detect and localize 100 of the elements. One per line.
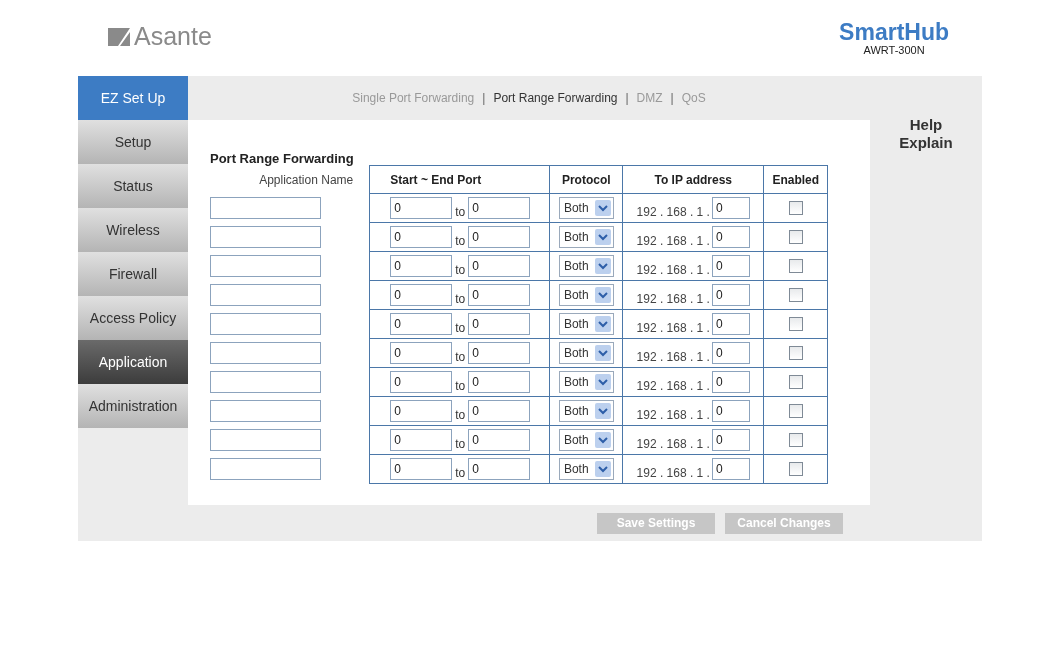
product-name: SmartHub xyxy=(839,20,949,44)
application-name-field[interactable] xyxy=(210,284,321,306)
logo-icon xyxy=(108,27,130,46)
caret-icon xyxy=(594,200,611,216)
caret-icon xyxy=(594,345,611,361)
end-port-field[interactable]: 0 xyxy=(468,371,531,393)
column-header: Enabled xyxy=(763,165,828,194)
ip-last-octet-field[interactable]: 0 xyxy=(711,255,750,277)
protocol-dropdown[interactable]: Both xyxy=(558,255,614,277)
ip-last-octet-field[interactable]: 0 xyxy=(711,342,750,364)
start-port-field[interactable]: 0 xyxy=(390,313,453,335)
enabled-checkbox[interactable] xyxy=(788,230,803,245)
help-heading: Help xyxy=(909,116,943,134)
ip-last-octet-field[interactable]: 0 xyxy=(711,313,750,335)
subnav-link[interactable]: Port Range Forwarding xyxy=(493,91,618,105)
model-number: AWRT-300N xyxy=(863,44,925,56)
enabled-checkbox[interactable] xyxy=(788,462,803,477)
ip-prefix: 192 . 168 . 1 . xyxy=(636,292,710,306)
caret-icon xyxy=(594,461,611,477)
application-name-field[interactable] xyxy=(210,458,321,480)
to-label: to xyxy=(455,263,466,277)
protocol-dropdown[interactable]: Both xyxy=(558,400,614,422)
sidebar-item[interactable]: Access Policy xyxy=(78,296,188,340)
enabled-checkbox[interactable] xyxy=(788,259,803,274)
protocol-dropdown[interactable]: Both xyxy=(558,284,614,306)
enabled-checkbox[interactable] xyxy=(788,288,803,303)
end-port-field[interactable]: 0 xyxy=(468,342,531,364)
ip-last-octet-field[interactable]: 0 xyxy=(711,197,750,219)
end-port-field[interactable]: 0 xyxy=(468,313,531,335)
ip-last-octet-field[interactable]: 0 xyxy=(711,400,750,422)
column-header: Protocol xyxy=(549,165,623,194)
ip-last-octet-field[interactable]: 0 xyxy=(711,371,750,393)
enabled-checkbox[interactable] xyxy=(788,375,803,390)
ip-last-octet-field[interactable]: 0 xyxy=(711,284,750,306)
enabled-checkbox[interactable] xyxy=(788,201,803,216)
ip-last-octet-field[interactable]: 0 xyxy=(711,226,750,248)
protocol-dropdown[interactable]: Both xyxy=(558,342,614,364)
column-header: Start ~ End Port xyxy=(369,165,550,194)
ip-last-octet-field[interactable]: 0 xyxy=(711,458,750,480)
ip-prefix: 192 . 168 . 1 . xyxy=(636,408,710,422)
end-port-field[interactable]: 0 xyxy=(468,284,531,306)
sidebar-item[interactable]: Setup xyxy=(78,120,188,164)
start-port-field[interactable]: 0 xyxy=(390,371,453,393)
sidebar-item[interactable]: Application xyxy=(78,340,188,384)
start-port-field[interactable]: 0 xyxy=(390,255,453,277)
application-name-field[interactable] xyxy=(210,429,321,451)
sidebar-item[interactable]: Firewall xyxy=(78,252,188,296)
application-name-field[interactable] xyxy=(210,371,321,393)
sidebar-item[interactable]: EZ Set Up xyxy=(78,76,188,120)
application-name-field[interactable] xyxy=(210,313,321,335)
help-heading: Explain xyxy=(899,134,953,152)
caret-icon xyxy=(594,403,611,419)
application-name-field[interactable] xyxy=(210,400,321,422)
start-port-field[interactable]: 0 xyxy=(390,429,453,451)
end-port-field[interactable]: 0 xyxy=(468,429,531,451)
separator: | xyxy=(670,91,674,105)
application-name-field[interactable] xyxy=(210,226,321,248)
ip-prefix: 192 . 168 . 1 . xyxy=(636,466,710,480)
to-label: to xyxy=(455,205,466,219)
enabled-checkbox[interactable] xyxy=(788,404,803,419)
start-port-field[interactable]: 0 xyxy=(390,458,453,480)
sidebar-item[interactable]: Wireless xyxy=(78,208,188,252)
to-label: to xyxy=(455,321,466,335)
end-port-field[interactable]: 0 xyxy=(468,197,531,219)
to-label: to xyxy=(455,437,466,451)
start-port-field[interactable]: 0 xyxy=(390,197,453,219)
start-port-field[interactable]: 0 xyxy=(390,400,453,422)
ip-prefix: 192 . 168 . 1 . xyxy=(636,263,710,277)
ip-prefix: 192 . 168 . 1 . xyxy=(636,379,710,393)
end-port-field[interactable]: 0 xyxy=(468,458,531,480)
application-name-field[interactable] xyxy=(210,255,321,277)
end-port-field[interactable]: 0 xyxy=(468,400,531,422)
brand-name: Asante xyxy=(134,22,212,51)
protocol-dropdown[interactable]: Both xyxy=(558,197,614,219)
protocol-dropdown[interactable]: Both xyxy=(558,458,614,480)
sidebar-item[interactable]: Administration xyxy=(78,384,188,428)
enabled-checkbox[interactable] xyxy=(788,433,803,448)
start-port-field[interactable]: 0 xyxy=(390,284,453,306)
protocol-dropdown[interactable]: Both xyxy=(558,429,614,451)
ip-last-octet-field[interactable]: 0 xyxy=(711,429,750,451)
caret-icon xyxy=(594,287,611,303)
application-name-field[interactable] xyxy=(210,197,321,219)
to-label: to xyxy=(455,466,466,480)
end-port-field[interactable]: 0 xyxy=(468,255,531,277)
to-label: to xyxy=(455,350,466,364)
enabled-checkbox[interactable] xyxy=(788,346,803,361)
ip-prefix: 192 . 168 . 1 . xyxy=(636,321,710,335)
protocol-dropdown[interactable]: Both xyxy=(558,313,614,335)
start-port-field[interactable]: 0 xyxy=(390,342,453,364)
ip-prefix: 192 . 168 . 1 . xyxy=(636,205,710,219)
ip-prefix: 192 . 168 . 1 . xyxy=(636,234,710,248)
enabled-checkbox[interactable] xyxy=(788,317,803,332)
end-port-field[interactable]: 0 xyxy=(468,226,531,248)
protocol-dropdown[interactable]: Both xyxy=(558,371,614,393)
application-name-field[interactable] xyxy=(210,342,321,364)
protocol-dropdown[interactable]: Both xyxy=(558,226,614,248)
sidebar-item[interactable]: Status xyxy=(78,164,188,208)
start-port-field[interactable]: 0 xyxy=(390,226,453,248)
caret-icon xyxy=(594,258,611,274)
column-header: To IP address xyxy=(622,165,764,194)
